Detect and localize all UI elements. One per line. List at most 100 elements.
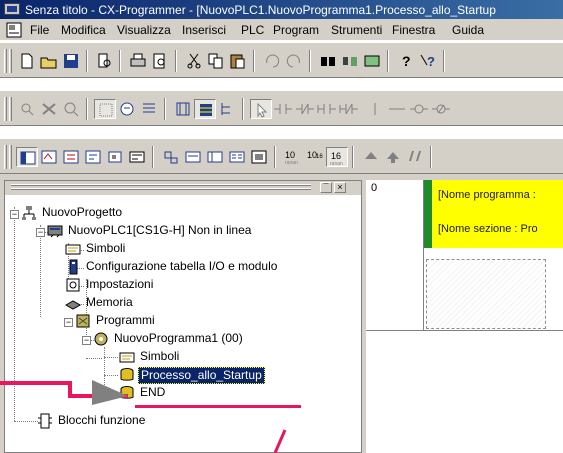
standard-toolbar: ? ? xyxy=(0,42,563,78)
menu-bar: File Modifica Visualizza Inserisci PLC P… xyxy=(0,19,563,41)
transfer-to-plc-icon[interactable]: 16 ranan xyxy=(326,147,348,167)
output-window-icon[interactable] xyxy=(38,147,60,167)
paste-icon[interactable] xyxy=(227,51,249,71)
zoom-fit-icon[interactable] xyxy=(38,99,60,119)
find-icon[interactable] xyxy=(317,51,339,71)
grid-icon[interactable] xyxy=(94,99,116,119)
menu-guida[interactable]: Guida xyxy=(452,23,484,37)
list-icon[interactable] xyxy=(138,99,160,119)
ladder-editor[interactable]: 0 [Nome programma : [Nome sezione : Pro xyxy=(366,180,563,453)
contact-nc-icon[interactable] xyxy=(294,99,316,119)
toolbar-grip[interactable] xyxy=(9,97,12,121)
project-network-icon xyxy=(21,205,37,221)
compare-icon[interactable] xyxy=(382,147,404,167)
svg-text:16: 16 xyxy=(316,154,323,160)
settings-icon xyxy=(65,277,81,293)
menu-inserisci[interactable]: Inserisci xyxy=(182,23,226,37)
menu-program[interactable]: Program xyxy=(273,23,319,37)
svg-text:16: 16 xyxy=(331,151,341,161)
hex-display-icon[interactable]: 10 16 xyxy=(304,147,326,167)
horizontal-line-icon[interactable] xyxy=(386,99,408,119)
program-name-comment: [Nome programma : xyxy=(438,189,536,201)
transfer-from-plc-icon[interactable] xyxy=(360,147,382,167)
program-task-icon xyxy=(93,331,109,347)
toolbar-grip[interactable] xyxy=(4,145,7,169)
empty-rung-cell[interactable] xyxy=(426,259,546,329)
zoom-in-icon[interactable] xyxy=(60,99,82,119)
svg-text:?: ? xyxy=(402,53,411,69)
tree-icon[interactable] xyxy=(216,99,238,119)
menu-strumenti[interactable]: Strumenti xyxy=(331,23,382,37)
zoom-out-icon[interactable] xyxy=(16,99,38,119)
coil-icon[interactable] xyxy=(408,99,430,119)
window-title: Senza titolo - CX-Programmer - [NuovoPLC… xyxy=(25,3,496,17)
toolbar-grip[interactable] xyxy=(4,97,7,121)
rung-number: 0 xyxy=(371,182,378,194)
memory-icon xyxy=(64,295,82,311)
function-blocks-icon xyxy=(37,413,53,429)
pane-close-button[interactable]: × xyxy=(334,182,346,193)
online-icon[interactable] xyxy=(160,147,182,167)
cut-icon[interactable] xyxy=(183,51,205,71)
print-preview-icon[interactable] xyxy=(149,51,171,71)
select-icon[interactable] xyxy=(250,99,272,119)
watch-window-icon[interactable] xyxy=(60,147,82,167)
rung-separator xyxy=(366,330,563,331)
rung-comment[interactable]: [Nome programma : [Nome sezione : Pro xyxy=(424,180,563,248)
upload-icon[interactable] xyxy=(404,147,426,167)
svg-text:ranan: ranan xyxy=(285,160,298,166)
contact-no-icon[interactable] xyxy=(272,99,294,119)
save-icon[interactable] xyxy=(60,51,82,71)
project-workspace-icon[interactable] xyxy=(16,147,38,167)
menu-visualizza[interactable]: Visualizza xyxy=(117,23,171,37)
address-ref-icon[interactable] xyxy=(82,147,104,167)
undo-icon[interactable] xyxy=(261,51,283,71)
find-replace-icon[interactable] xyxy=(339,51,361,71)
copy-icon[interactable] xyxy=(205,51,227,71)
plc-icon xyxy=(47,223,63,239)
tree-expander[interactable]: − xyxy=(10,210,19,219)
menu-plc[interactable]: PLC xyxy=(241,23,264,37)
program-mode-icon[interactable] xyxy=(204,147,226,167)
contact-ornc-icon[interactable] xyxy=(338,99,360,119)
menu-file[interactable]: File xyxy=(30,23,49,37)
toolbar-grip[interactable] xyxy=(9,49,12,73)
monitor-mode-icon[interactable] xyxy=(182,147,204,167)
redo-icon[interactable] xyxy=(283,51,305,71)
open-folder-icon[interactable] xyxy=(38,51,60,71)
new-doc-icon[interactable] xyxy=(16,51,38,71)
section-name-comment: [Nome sezione : Pro xyxy=(438,223,538,235)
bcd-display-icon[interactable]: 10 ranan xyxy=(282,147,304,167)
print-icon[interactable] xyxy=(127,51,149,71)
tree-expander[interactable]: − xyxy=(36,228,45,237)
cross-ref-icon[interactable] xyxy=(361,51,383,71)
svg-text:10: 10 xyxy=(285,150,295,160)
monitor-icon[interactable] xyxy=(172,99,194,119)
pane-header[interactable]: ¯ × xyxy=(5,181,361,195)
tree-expander[interactable]: − xyxy=(64,318,73,327)
rung-comment-bar xyxy=(424,180,432,248)
tree-expander[interactable]: − xyxy=(82,336,91,345)
symbols-icon[interactable] xyxy=(126,147,148,167)
toolbar-grip[interactable] xyxy=(9,145,12,169)
properties-icon[interactable] xyxy=(104,147,126,167)
menu-modifica[interactable]: Modifica xyxy=(61,23,106,37)
toolbar-grip[interactable] xyxy=(4,49,7,73)
pane-restore-button[interactable]: ¯ xyxy=(320,182,332,193)
rung-icon[interactable] xyxy=(194,99,216,119)
menu-finestra[interactable]: Finestra xyxy=(392,23,435,37)
comment-icon[interactable] xyxy=(116,99,138,119)
contact-or-icon[interactable] xyxy=(316,99,338,119)
project-tree: − NuovoProgetto − NuovoPLC1[CS1G-H] Non … xyxy=(10,205,278,429)
binary-display-icon[interactable] xyxy=(248,147,270,167)
svg-text:?: ? xyxy=(427,54,435,69)
vertical-line-icon[interactable] xyxy=(364,99,386,119)
view-toolbar: 10 ranan 10 16 16 ranan xyxy=(0,138,563,174)
help-icon[interactable]: ? xyxy=(395,51,417,71)
symbols-table-icon xyxy=(119,349,135,365)
print-preview-doc-icon[interactable] xyxy=(94,51,116,71)
coil-nc-icon[interactable] xyxy=(430,99,452,119)
run-mode-icon[interactable] xyxy=(226,147,248,167)
context-help-icon[interactable]: ? xyxy=(417,51,439,71)
document-window-icon[interactable] xyxy=(6,22,22,38)
